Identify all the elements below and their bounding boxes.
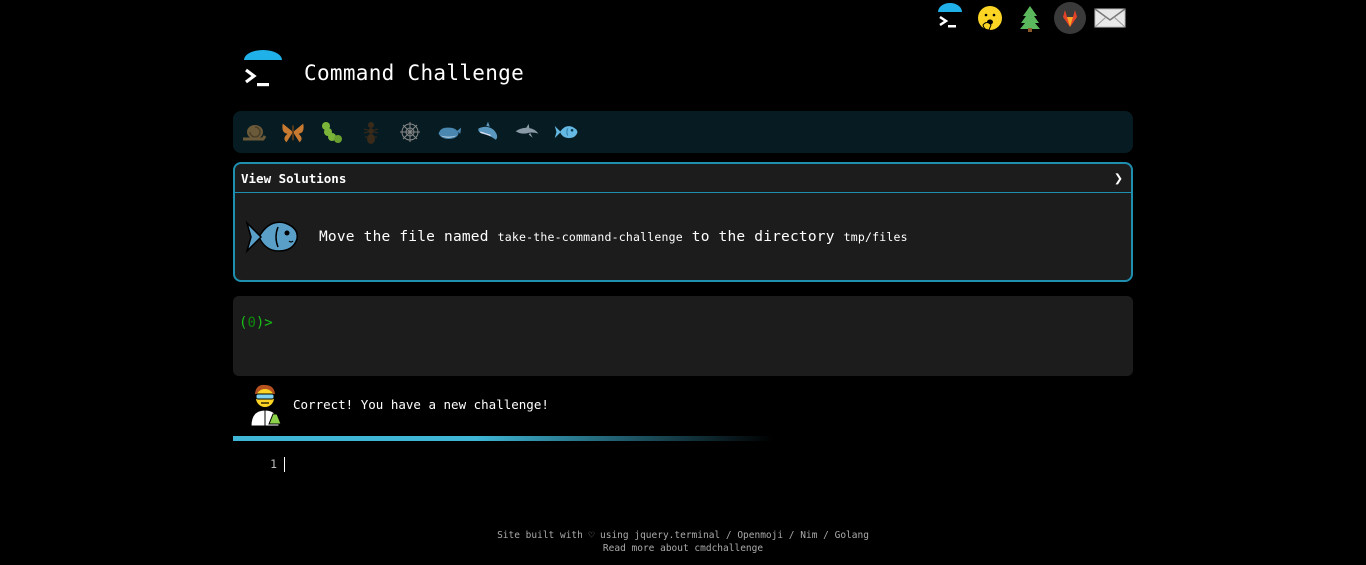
progress-bar [233,436,773,441]
hand-over-mouth-face-icon[interactable] [974,2,1006,34]
read-more-link[interactable]: Read more about cmdchallenge [603,543,763,554]
footer-sep: / [720,530,738,541]
challenge-panel: View Solutions ❯ Move the file named tak… [233,162,1133,282]
challenge-text-middle: to the directory [682,228,844,245]
envelope-icon[interactable] [1094,2,1126,34]
level-bar [233,111,1133,153]
fish-icon [245,219,298,254]
openmoji-link[interactable]: Openmoji [737,530,783,541]
butterfly-icon[interactable] [280,119,306,145]
footer-sep: / [817,530,835,541]
line-number: 1 [270,457,277,471]
spider-web-icon[interactable] [397,119,423,145]
logo-terminal-icon[interactable] [240,50,286,96]
challenge-description: Move the file named take-the-command-cha… [319,229,908,245]
dolphin-icon[interactable] [514,119,540,145]
scientist-icon [250,384,282,426]
footer-line-2: Read more about cmdchallenge [0,542,1366,555]
prompt-close: )> [255,315,273,331]
challenge-body: Move the file named take-the-command-cha… [235,193,1131,280]
fish-icon[interactable] [553,119,579,145]
view-solutions-label: View Solutions [241,170,347,186]
text-cursor [284,456,285,472]
prompt-exit-code: 0 [247,315,256,331]
terminal-icon[interactable] [934,2,966,34]
footer-line-1: Site built with ♡ using jquery.terminal … [0,529,1366,542]
jquery-terminal-link[interactable]: jquery.terminal [634,530,720,541]
challenge-text-before: Move the file named [319,228,498,245]
evergreen-tree-icon[interactable] [1014,2,1046,34]
footer: Site built with ♡ using jquery.terminal … [0,529,1366,555]
challenge-directory: tmp/files [843,229,908,244]
nim-link[interactable]: Nim [800,530,817,541]
feedback-text: Correct! You have a new challenge! [293,396,549,412]
terminal[interactable]: (0)> [233,296,1133,376]
shark-icon[interactable] [475,119,501,145]
page: Command Challenge View Solutions ❯ Move … [0,0,1366,565]
footer-sep: / [783,530,801,541]
snail-icon[interactable] [241,119,267,145]
header: Command Challenge [240,50,524,96]
whale-icon[interactable] [436,119,462,145]
golang-link[interactable]: Golang [835,530,869,541]
page-title: Command Challenge [304,61,525,85]
gitlab-icon[interactable] [1054,2,1086,34]
view-solutions-toggle[interactable]: View Solutions ❯ [235,164,1131,193]
top-nav [934,2,1126,34]
feedback-message: Correct! You have a new challenge! [245,382,549,426]
caterpillar-icon[interactable] [319,119,345,145]
challenge-filename: take-the-command-challenge [497,229,683,244]
ant-icon[interactable] [358,119,384,145]
chevron-right-icon[interactable]: ❯ [1114,169,1123,187]
footer-prefix: Site built with ♡ using [497,530,635,541]
terminal-prompt: (0)> [239,315,273,331]
command-editor[interactable]: 1 [233,455,285,473]
